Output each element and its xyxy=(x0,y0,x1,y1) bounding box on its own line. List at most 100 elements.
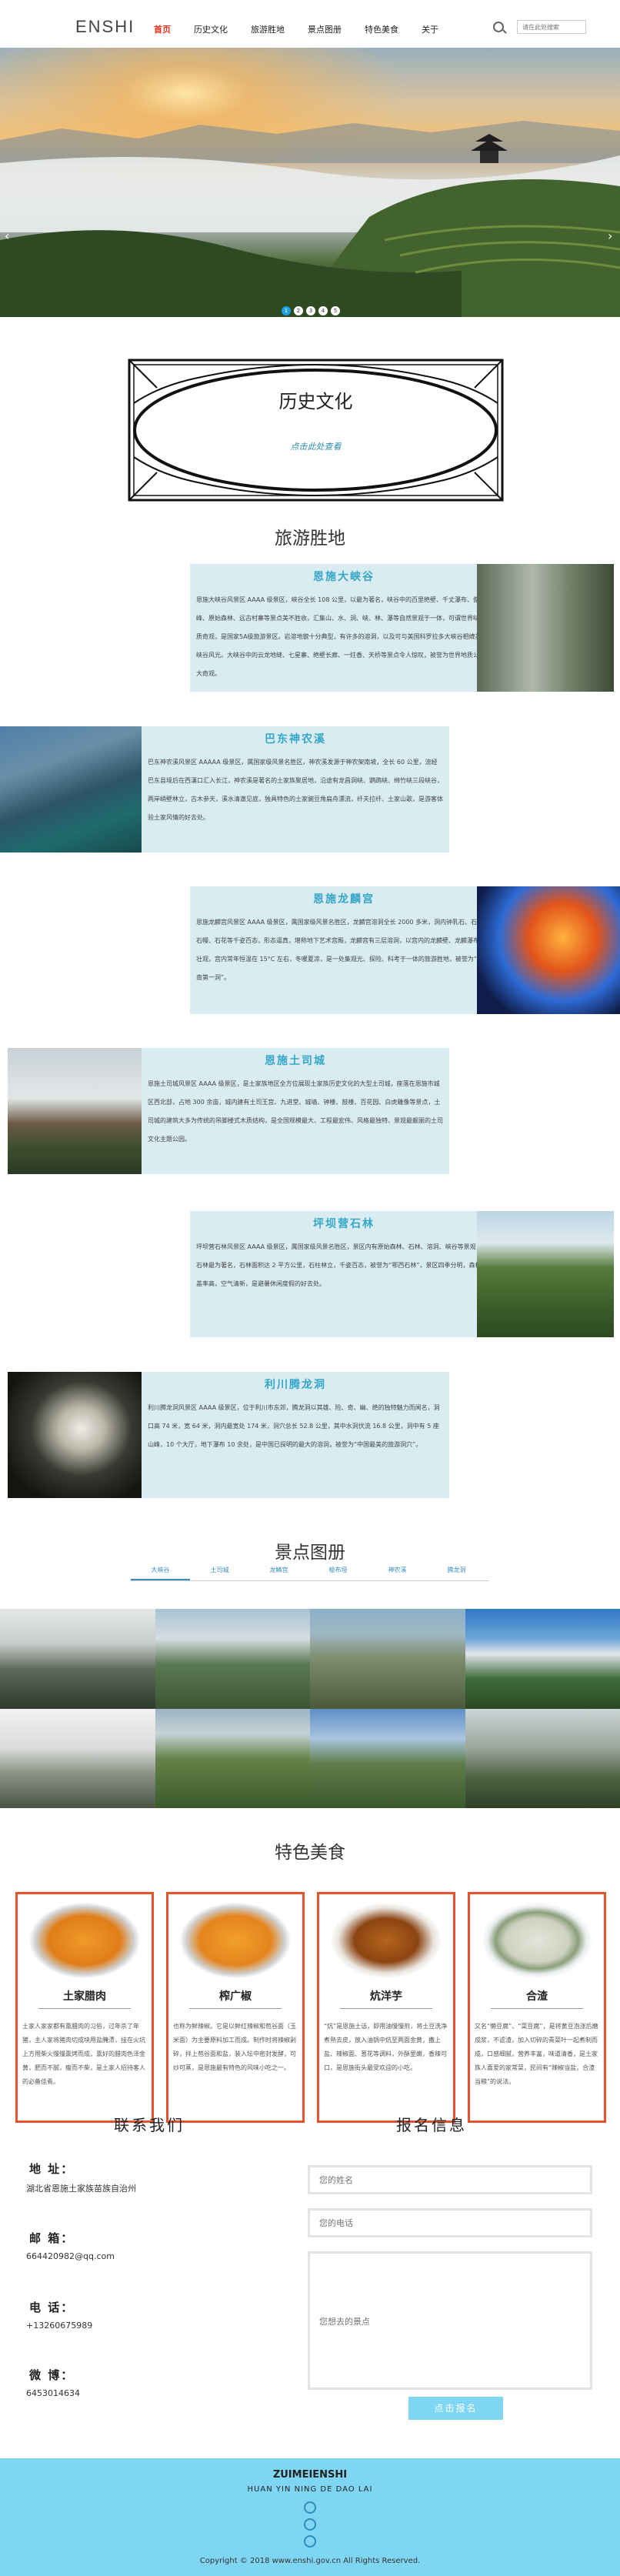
gallery-image[interactable] xyxy=(155,1708,310,1808)
spot-card[interactable]: 恩施大峡谷 恩施大峡谷风景区 AAAA 级景区，峡谷全长 108 公里，以最为著… xyxy=(190,564,498,692)
food-card[interactable]: 合渣 又名“懒豆腐”、“菜豆腐”，是将黄豆泡涨后磨成浆，不滤渣，加入切碎的青菜叶… xyxy=(468,1892,606,2123)
gallery-image[interactable] xyxy=(0,1609,155,1709)
nav-item-spots[interactable]: 旅游胜地 xyxy=(251,23,285,35)
gallery-tab[interactable]: 腾龙洞 xyxy=(427,1562,486,1580)
spot-desc: 利川腾龙洞风景区 AAAA 级景区，位于利川市东郊，腾龙洞以其雄、险、奇、幽、绝… xyxy=(148,1404,440,1448)
nav-item-home[interactable]: 首页 xyxy=(154,23,171,35)
spot-name: 巴东神农溪 xyxy=(265,733,326,746)
phone-input[interactable] xyxy=(308,2208,592,2237)
food-divider xyxy=(189,2008,282,2009)
spot-image xyxy=(8,1048,142,1174)
email-label: 邮 箱： xyxy=(29,2231,75,2245)
gallery-image[interactable] xyxy=(0,1708,155,1808)
food-desc: 也称为鲜辣椒。它是以鲜红辣椒和苞谷面（玉米面）为主要原料加工而成。制作时将辣椒剁… xyxy=(173,2023,296,2071)
food-image xyxy=(330,1902,442,1979)
banner-dot[interactable]: 5 xyxy=(331,306,340,315)
gallery-tab[interactable]: 神农溪 xyxy=(368,1562,427,1580)
gallery-tabs: 大峡谷 土司城 龙鳞宫 梭布垭 神农溪 腾龙洞 xyxy=(131,1562,489,1581)
banner-landscape-image xyxy=(0,48,620,317)
spot-card[interactable]: 利川腾龙洞 利川腾龙洞风景区 AAAA 级景区，位于利川市东郊，腾龙洞以其雄、险… xyxy=(142,1372,449,1498)
gallery-tab[interactable]: 大峡谷 xyxy=(131,1562,190,1580)
banner-next-arrow[interactable]: › xyxy=(608,229,617,243)
nav-item-history[interactable]: 历史文化 xyxy=(194,23,228,35)
spot-desc: 恩施大峡谷风景区 AAAA 级景区，峡谷全长 108 公里，以最为著名，峡谷中的… xyxy=(196,596,492,677)
banner-prev-arrow[interactable]: ‹ xyxy=(5,229,14,243)
food-divider xyxy=(491,2008,583,2009)
food-desc: 又名“懒豆腐”、“菜豆腐”，是将黄豆泡涨后磨成浆，不滤渣，加入切碎的青菜叶一起煮… xyxy=(475,2023,598,2085)
food-section-title: 特色美食 xyxy=(275,1843,345,1863)
qq-icon[interactable] xyxy=(304,2501,316,2514)
phone-label: 电 话： xyxy=(29,2301,75,2314)
wechat-icon[interactable] xyxy=(304,2518,316,2531)
banner-dot[interactable]: 1 xyxy=(282,306,291,315)
food-image xyxy=(179,1902,292,1979)
footer-copyright: Copyright © 2018 www.enshi.gov.cn All Ri… xyxy=(199,2557,421,2565)
banner-pagination: 1 2 3 4 5 xyxy=(282,306,343,315)
gallery-image[interactable] xyxy=(465,1708,620,1808)
nav-item-about[interactable]: 关于 xyxy=(422,23,438,35)
food-name: 土家腊肉 xyxy=(63,1990,106,2003)
food-divider xyxy=(38,2008,131,2009)
spot-desc: 巴东神农溪风景区 AAAAA 级景区，属国家级风景名胜区，神农溪发源于神农架南坡… xyxy=(148,759,443,821)
banner-dot[interactable]: 3 xyxy=(306,306,315,315)
top-nav: ENSHI 首页 历史文化 旅游胜地 景点图册 特色美食 关于 xyxy=(0,0,620,48)
spot-image xyxy=(477,564,614,692)
weibo-icon[interactable] xyxy=(304,2535,316,2548)
spot-image xyxy=(8,1372,142,1498)
message-textarea[interactable] xyxy=(308,2251,592,2390)
main-menu: 首页 历史文化 旅游胜地 景点图册 特色美食 关于 xyxy=(154,23,462,35)
weibo-label: 微 博： xyxy=(29,2368,75,2382)
gallery-image[interactable] xyxy=(310,1708,465,1808)
food-desc: 土家人家家都有熏腊肉的习俗，过年杀了年猪，主人家将猪肉切成块用盐腌渍，挂在火坑上… xyxy=(22,2023,145,2085)
spot-card[interactable]: 恩施龙麟宫 恩施龙麟宫风景区 AAAA 级景区，属国家级风景名胜区，龙麟宫溶洞全… xyxy=(190,886,498,1014)
gallery-image[interactable] xyxy=(465,1609,620,1709)
spot-name: 恩施龙麟宫 xyxy=(313,893,375,906)
gallery-section-title: 景点图册 xyxy=(275,1543,345,1563)
site-logo[interactable]: ENSHI xyxy=(75,17,135,37)
search-icon[interactable] xyxy=(493,22,504,32)
food-card[interactable]: 土家腊肉 土家人家家都有熏腊肉的习俗，过年杀了年猪，主人家将猪肉切成块用盐腌渍，… xyxy=(15,1892,154,2123)
food-card[interactable]: 炕洋芋 “炕”是恩施土话，即用油慢慢煎，将土豆洗净煮熟去皮，放入油锅中炕至两面金… xyxy=(317,1892,455,2123)
contact-title: 联系我们 xyxy=(114,2116,185,2134)
gallery-image[interactable] xyxy=(155,1609,310,1709)
spot-card[interactable]: 巴东神农溪 巴东神农溪风景区 AAAAA 级景区，属国家级风景名胜区，神农溪发源… xyxy=(142,726,449,853)
phone-value: +13260675989 xyxy=(26,2321,93,2331)
spot-name: 利川腾龙洞 xyxy=(265,1379,326,1391)
gallery-grid xyxy=(0,1609,620,1808)
banner-dot[interactable]: 2 xyxy=(294,306,303,315)
spot-name: 恩施土司城 xyxy=(265,1055,326,1067)
banner-dot[interactable]: 4 xyxy=(318,306,328,315)
spot-name: 坪坝营石林 xyxy=(313,1218,375,1230)
food-image xyxy=(28,1902,141,1979)
gallery-tab[interactable]: 龙鳞宫 xyxy=(249,1562,308,1580)
spot-image xyxy=(477,886,620,1014)
signup-submit-button[interactable]: 点击报名 xyxy=(408,2397,503,2420)
footer-slogan: HUAN YIN NING DE DAO LAI xyxy=(247,2485,373,2494)
food-name: 合渣 xyxy=(526,1990,548,2003)
search-input[interactable] xyxy=(517,20,586,34)
nav-item-food[interactable]: 特色美食 xyxy=(365,23,398,35)
gallery-image[interactable] xyxy=(310,1609,465,1709)
food-divider xyxy=(340,2008,432,2009)
spot-image xyxy=(477,1211,614,1337)
signup-title: 报名信息 xyxy=(396,2116,467,2134)
footer-brand: ZUIMEIENSHI xyxy=(272,2469,348,2481)
spot-card[interactable]: 坪坝营石林 坪坝营石林风景区 AAAA 级景区，属国家级风景名胜区，景区内有原始… xyxy=(190,1211,498,1337)
address-label: 地 址： xyxy=(29,2162,75,2176)
history-title: 历史文化 xyxy=(278,391,353,412)
food-name: 榨广椒 xyxy=(219,1990,252,2003)
email-value: 664420982@qq.com xyxy=(26,2251,115,2261)
spots-section-title: 旅游胜地 xyxy=(275,529,345,549)
gallery-tab[interactable]: 梭布垭 xyxy=(308,1562,368,1580)
food-desc: “炕”是恩施土话，即用油慢慢煎，将土豆洗净煮熟去皮，放入油锅中炕至两面金黄，撒上… xyxy=(324,2023,448,2071)
food-image xyxy=(481,1902,593,1979)
food-card[interactable]: 榨广椒 也称为鲜辣椒。它是以鲜红辣椒和苞谷面（玉米面）为主要原料加工而成。制作时… xyxy=(166,1892,305,2123)
name-input[interactable] xyxy=(308,2165,592,2194)
spot-card[interactable]: 恩施土司城 恩施土司城风景区 AAAA 级景区，是土家族地区全方位展现土家族历史… xyxy=(142,1048,449,1174)
spot-desc: 坪坝营石林风景区 AAAA 级景区，属国家级风景名胜区，景区内有原始森林、石林、… xyxy=(196,1243,488,1287)
nav-item-gallery[interactable]: 景点图册 xyxy=(308,23,342,35)
footer: ZUIMEIENSHI HUAN YIN NING DE DAO LAI Cop… xyxy=(0,2458,620,2576)
history-more-link[interactable]: 点击此处查看 xyxy=(126,440,505,452)
spot-image xyxy=(0,726,142,853)
gallery-tab[interactable]: 土司城 xyxy=(190,1562,249,1580)
